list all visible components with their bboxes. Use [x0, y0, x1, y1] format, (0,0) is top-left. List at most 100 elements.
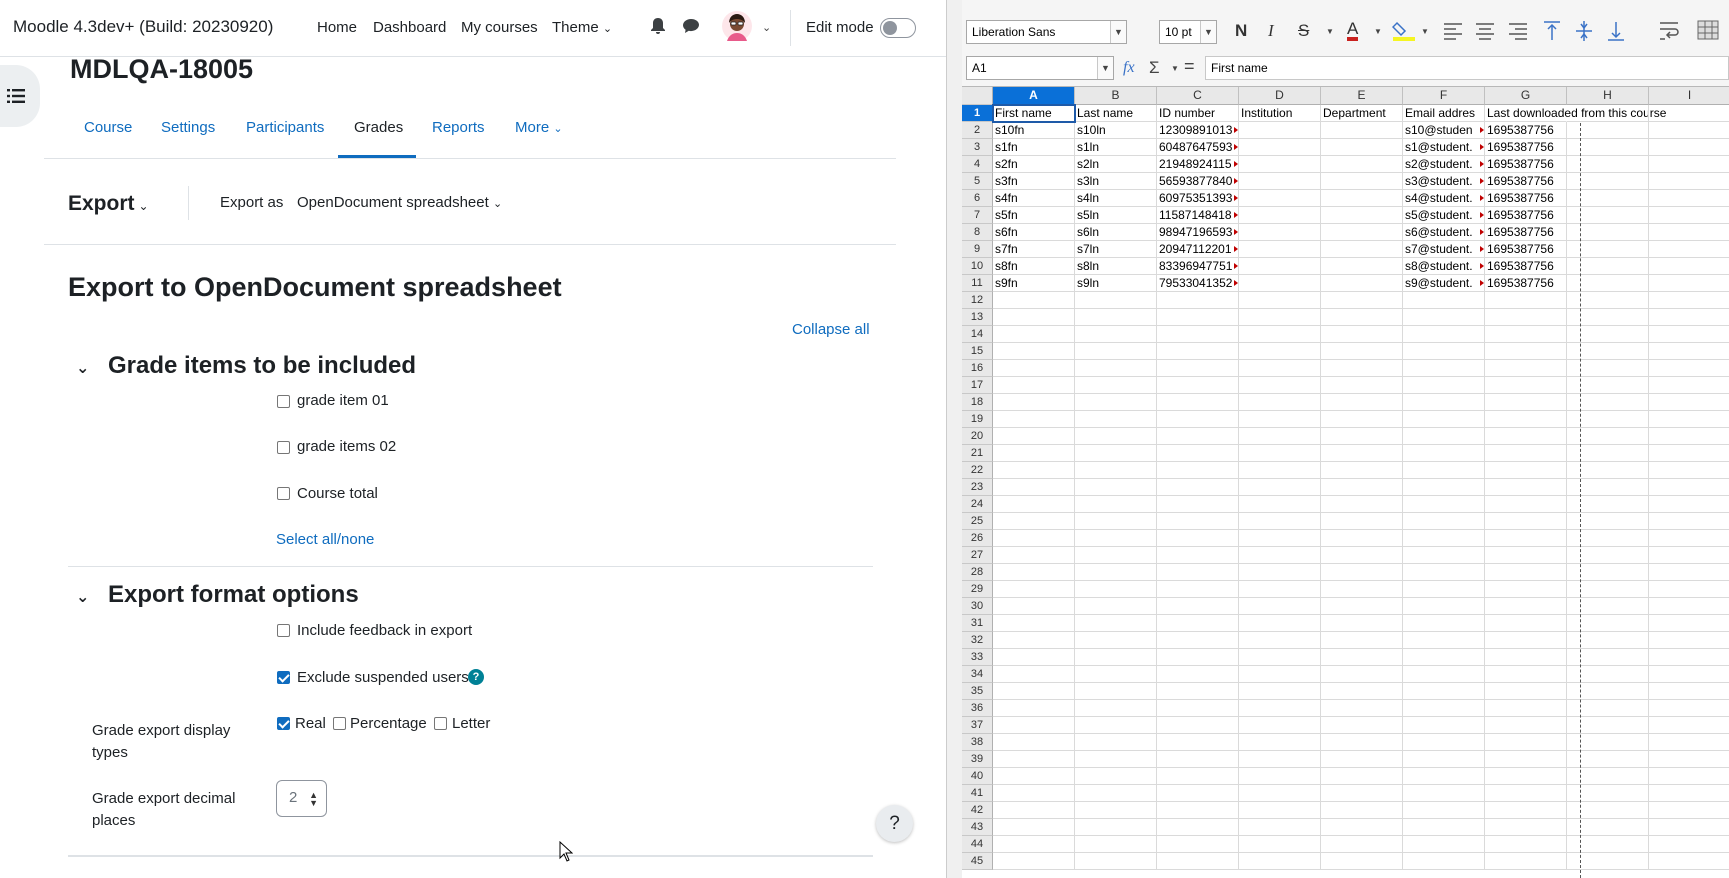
cell-f35[interactable]	[1403, 683, 1485, 700]
cell-h1[interactable]	[1567, 105, 1649, 122]
cell-b27[interactable]	[1075, 547, 1157, 564]
cell-g11[interactable]: 1695387756	[1485, 275, 1567, 292]
cell-g25[interactable]	[1485, 513, 1567, 530]
row-header[interactable]: 28	[962, 564, 993, 581]
column-header-g[interactable]: G	[1485, 87, 1567, 105]
cell-g35[interactable]	[1485, 683, 1567, 700]
cell-a21[interactable]	[993, 445, 1075, 462]
cell-a5[interactable]: s3fn	[993, 173, 1075, 190]
cell-b24[interactable]	[1075, 496, 1157, 513]
cell-b15[interactable]	[1075, 343, 1157, 360]
cell-b20[interactable]	[1075, 428, 1157, 445]
row-header[interactable]: 19	[962, 411, 993, 428]
cell-c33[interactable]	[1157, 649, 1239, 666]
cell-e31[interactable]	[1321, 615, 1403, 632]
cell-f13[interactable]	[1403, 309, 1485, 326]
cell-i1[interactable]	[1649, 105, 1729, 122]
cell-c16[interactable]	[1157, 360, 1239, 377]
cell-c15[interactable]	[1157, 343, 1239, 360]
cell-i42[interactable]	[1649, 802, 1729, 819]
formula-input[interactable]: First name	[1205, 56, 1729, 80]
cell-a40[interactable]	[993, 768, 1075, 785]
cell-d3[interactable]	[1239, 139, 1321, 156]
cell-d33[interactable]	[1239, 649, 1321, 666]
cell-b3[interactable]: s1ln	[1075, 139, 1157, 156]
cell-d20[interactable]	[1239, 428, 1321, 445]
cell-a39[interactable]	[993, 751, 1075, 768]
export-format-dropdown[interactable]: OpenDocument spreadsheet ⌄	[297, 194, 502, 211]
checkbox-letter[interactable]	[434, 717, 447, 730]
align-center-icon[interactable]	[1475, 22, 1495, 40]
cell-c40[interactable]	[1157, 768, 1239, 785]
cell-g37[interactable]	[1485, 717, 1567, 734]
row-header[interactable]: 18	[962, 394, 993, 411]
cell-f30[interactable]	[1403, 598, 1485, 615]
cell-a19[interactable]	[993, 411, 1075, 428]
row-header[interactable]: 14	[962, 326, 993, 343]
cell-c6[interactable]: 60975351393	[1157, 190, 1239, 207]
cell-i43[interactable]	[1649, 819, 1729, 836]
column-header-i[interactable]: I	[1649, 87, 1729, 105]
cell-e45[interactable]	[1321, 853, 1403, 870]
cell-f32[interactable]	[1403, 632, 1485, 649]
cell-i31[interactable]	[1649, 615, 1729, 632]
cell-g27[interactable]	[1485, 547, 1567, 564]
cell-i6[interactable]	[1649, 190, 1729, 207]
cell-c21[interactable]	[1157, 445, 1239, 462]
cell-a22[interactable]	[993, 462, 1075, 479]
row-header[interactable]: 30	[962, 598, 993, 615]
formula-equals-icon[interactable]: =	[1184, 56, 1195, 77]
cell-b4[interactable]: s2ln	[1075, 156, 1157, 173]
cell-e35[interactable]	[1321, 683, 1403, 700]
cell-b9[interactable]: s7ln	[1075, 241, 1157, 258]
cell-i38[interactable]	[1649, 734, 1729, 751]
cell-b8[interactable]: s6ln	[1075, 224, 1157, 241]
row-header[interactable]: 6	[962, 190, 993, 207]
select-all-none-link[interactable]: Select all/none	[276, 531, 374, 548]
cell-e19[interactable]	[1321, 411, 1403, 428]
cell-c17[interactable]	[1157, 377, 1239, 394]
cell-e10[interactable]	[1321, 258, 1403, 275]
cell-i12[interactable]	[1649, 292, 1729, 309]
cell-d37[interactable]	[1239, 717, 1321, 734]
cell-g1[interactable]: Last downloaded from this course	[1485, 105, 1666, 122]
cell-c14[interactable]	[1157, 326, 1239, 343]
cell-a20[interactable]	[993, 428, 1075, 445]
edit-mode-toggle[interactable]	[880, 18, 916, 38]
nav-home[interactable]: Home	[317, 19, 357, 36]
cell-b37[interactable]	[1075, 717, 1157, 734]
row-header[interactable]: 3	[962, 139, 993, 156]
cell-f41[interactable]	[1403, 785, 1485, 802]
row-header[interactable]: 1	[962, 105, 993, 122]
cell-b36[interactable]	[1075, 700, 1157, 717]
row-header[interactable]: 9	[962, 241, 993, 258]
row-header[interactable]: 22	[962, 462, 993, 479]
cell-a1[interactable]: First name	[992, 104, 1076, 123]
cell-b45[interactable]	[1075, 853, 1157, 870]
cell-i44[interactable]	[1649, 836, 1729, 853]
row-header[interactable]: 37	[962, 717, 993, 734]
cell-c18[interactable]	[1157, 394, 1239, 411]
cell-g43[interactable]	[1485, 819, 1567, 836]
cell-f38[interactable]	[1403, 734, 1485, 751]
cell-g22[interactable]	[1485, 462, 1567, 479]
row-header[interactable]: 45	[962, 853, 993, 870]
italic-button[interactable]: I	[1268, 21, 1274, 41]
cell-d24[interactable]	[1239, 496, 1321, 513]
cell-g38[interactable]	[1485, 734, 1567, 751]
align-top-icon[interactable]	[1542, 20, 1562, 42]
cell-c35[interactable]	[1157, 683, 1239, 700]
cell-d39[interactable]	[1239, 751, 1321, 768]
cell-i13[interactable]	[1649, 309, 1729, 326]
wrap-text-icon[interactable]	[1659, 20, 1679, 42]
cell-g6[interactable]: 1695387756	[1485, 190, 1567, 207]
cell-f3[interactable]: s1@student.	[1403, 139, 1485, 156]
cell-a18[interactable]	[993, 394, 1075, 411]
cell-e32[interactable]	[1321, 632, 1403, 649]
cell-e21[interactable]	[1321, 445, 1403, 462]
cell-f11[interactable]: s9@student.	[1403, 275, 1485, 292]
cell-f9[interactable]: s7@student.	[1403, 241, 1485, 258]
font-name-box[interactable]: Liberation Sans ▼	[966, 20, 1127, 44]
cell-d4[interactable]	[1239, 156, 1321, 173]
row-header[interactable]: 31	[962, 615, 993, 632]
